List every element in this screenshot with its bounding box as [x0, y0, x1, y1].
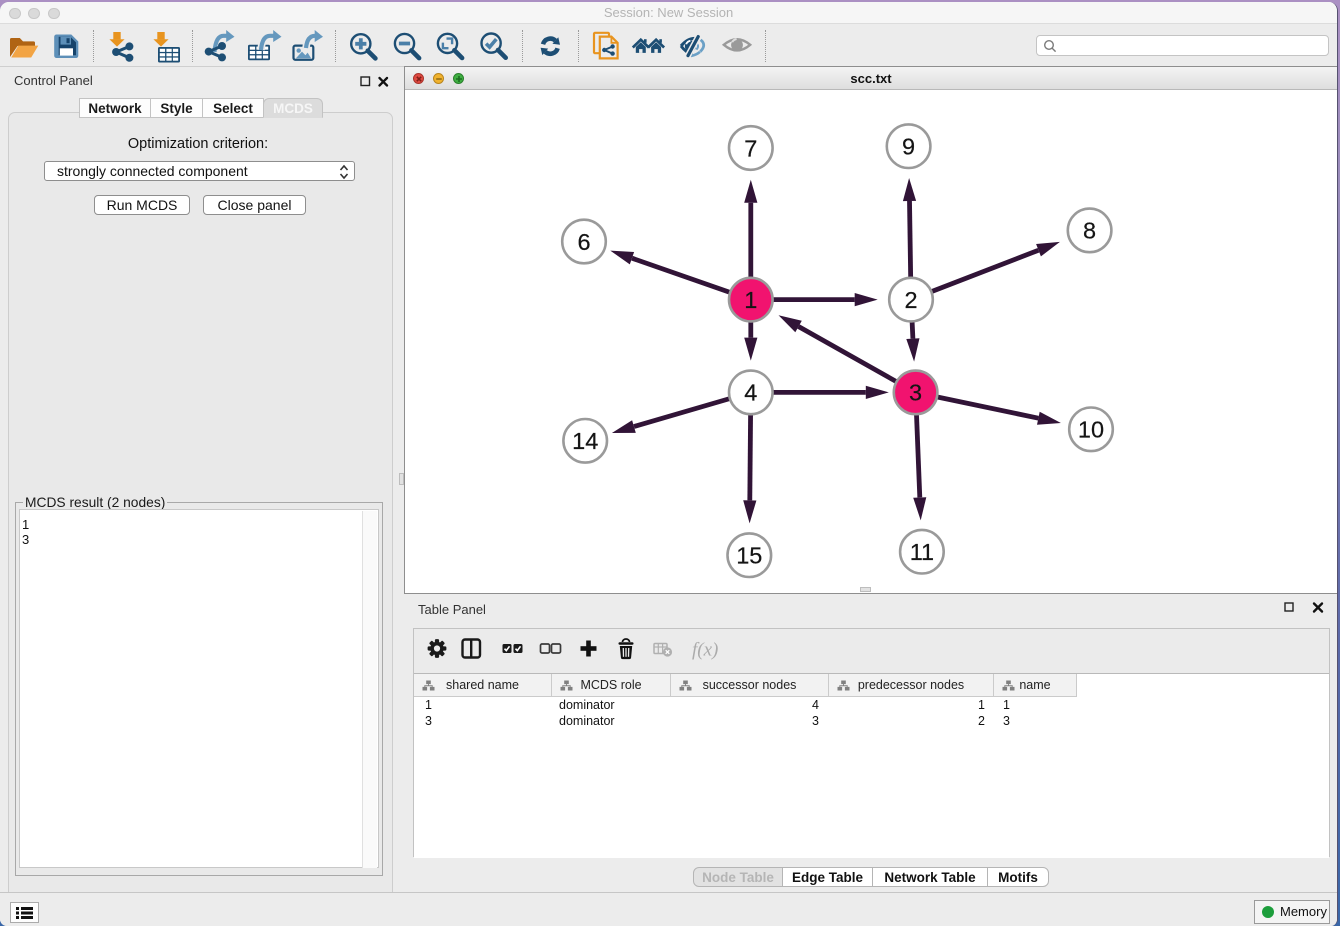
svg-text:1: 1	[744, 287, 757, 313]
svg-text:9: 9	[902, 134, 915, 160]
svg-text:4: 4	[744, 380, 757, 406]
svg-text:15: 15	[736, 543, 762, 569]
svg-text:14: 14	[572, 428, 598, 454]
svg-text:3: 3	[909, 380, 922, 406]
svg-text:2: 2	[904, 287, 917, 313]
svg-text:6: 6	[577, 229, 590, 255]
svg-text:11: 11	[910, 539, 934, 565]
svg-text:7: 7	[744, 135, 757, 161]
svg-text:f(x): f(x)	[692, 640, 718, 661]
svg-text:10: 10	[1078, 417, 1104, 443]
svg-text:8: 8	[1083, 218, 1096, 244]
